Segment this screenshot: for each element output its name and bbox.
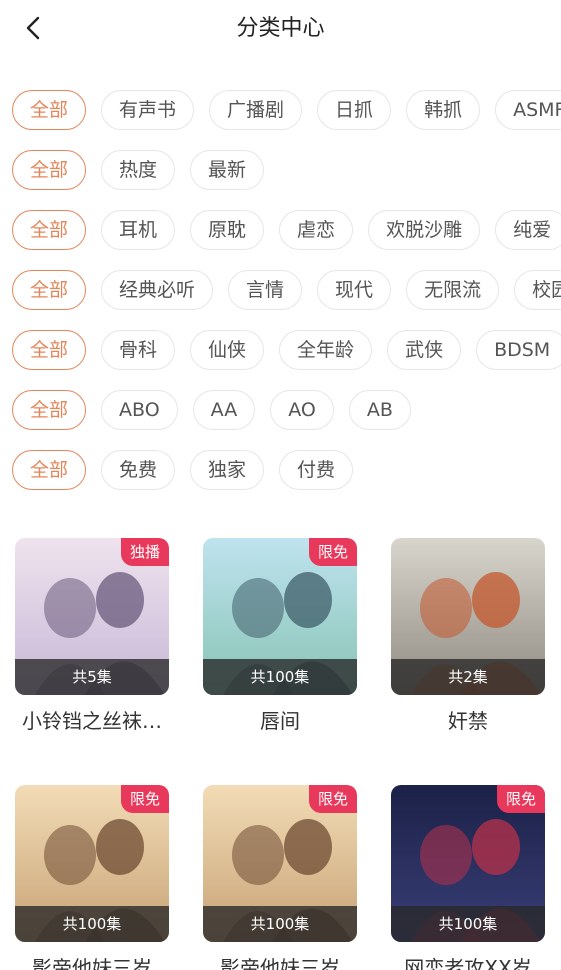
drama-title[interactable]: 影帝他妹三岁 xyxy=(15,952,169,970)
filter-chip[interactable]: 全年龄 xyxy=(279,330,373,370)
filter-row-tag: 全部 耳机 原耽 虐恋 欢脱沙雕 纯爱 xyxy=(12,210,561,250)
drama-card[interactable]: 限免共100集影帝他妹三岁 xyxy=(15,785,169,970)
filter-chip[interactable]: AB xyxy=(348,390,411,430)
filter-row-type: 全部有声书广播剧日抓韩抓 ASMR xyxy=(12,90,561,130)
drama-cover[interactable]: 限免共100集 xyxy=(391,785,545,942)
drama-title[interactable]: 奸禁 xyxy=(391,705,545,734)
filter-chip[interactable]: 独家 xyxy=(190,450,265,490)
filter-chip[interactable]: 纯爱 xyxy=(495,210,561,250)
episode-count: 共100集 xyxy=(203,659,357,695)
episode-count: 共100集 xyxy=(15,906,169,942)
filter-chip[interactable]: 免费 xyxy=(101,450,176,490)
filter-chip[interactable]: 现代 xyxy=(317,270,392,310)
filter-row-theme: 全部 骨科 仙侠 全年龄 武侠 BDSM xyxy=(12,330,561,370)
filter-panel: 全部有声书广播剧日抓韩抓ASMR全部热度最新全部耳机原耽虐恋欢脱沙雕纯爱全部经典… xyxy=(12,90,561,510)
filter-chip[interactable]: 欢脱沙雕 xyxy=(368,210,481,250)
filter-chip[interactable]: 经典必听 xyxy=(101,270,214,310)
filter-chip[interactable]: 热度 xyxy=(101,150,176,190)
episode-count: 共100集 xyxy=(203,906,357,942)
exclusive-badge: 独播 xyxy=(120,538,169,566)
drama-card[interactable]: 共2集奸禁 xyxy=(391,538,545,734)
filter-chip[interactable]: 骨科 xyxy=(101,330,176,370)
drama-cover[interactable]: 限免共100集 xyxy=(15,785,169,942)
filter-chip[interactable]: 校园 xyxy=(514,270,561,310)
drama-cover[interactable]: 共2集 xyxy=(391,538,545,695)
episode-count: 共100集 xyxy=(391,906,545,942)
filter-chip[interactable]: 日抓 xyxy=(317,90,392,130)
exclusive-badge: 限免 xyxy=(496,785,545,813)
filter-chip[interactable]: 韩抓 xyxy=(406,90,481,130)
app-header: 分类中心 xyxy=(0,0,561,56)
filter-chip-all[interactable]: 全部 xyxy=(12,330,87,370)
filter-chip[interactable]: AA xyxy=(192,390,256,430)
episode-count: 共5集 xyxy=(15,659,169,695)
filter-chip[interactable]: 无限流 xyxy=(406,270,500,310)
filter-chip[interactable]: 言情 xyxy=(228,270,303,310)
filter-chip-all[interactable]: 全部 xyxy=(12,390,87,430)
filter-chip[interactable]: BDSM xyxy=(476,330,561,370)
exclusive-badge: 限免 xyxy=(308,785,357,813)
filter-chip[interactable]: ASMR xyxy=(495,90,561,130)
episode-count: 共2集 xyxy=(391,659,545,695)
drama-card[interactable]: 独播共5集小铃铛之丝袜… xyxy=(15,538,169,734)
filter-chip[interactable]: 武侠 xyxy=(387,330,462,370)
filter-chip-all[interactable]: 全部 xyxy=(12,450,87,490)
filter-chip[interactable]: 有声书 xyxy=(101,90,195,130)
filter-row-sort: 全部 热度 最新 xyxy=(12,150,561,190)
filter-chip-all[interactable]: 全部 xyxy=(12,270,87,310)
page-title: 分类中心 xyxy=(236,16,325,41)
exclusive-badge: 限免 xyxy=(120,785,169,813)
drama-title[interactable]: 小铃铛之丝袜… xyxy=(15,705,169,734)
drama-card[interactable]: 限免共100集网恋老攻XX岁 xyxy=(391,785,545,970)
drama-title[interactable]: 影帝他妹三岁 xyxy=(203,952,357,970)
filter-row-price: 全部 免费 独家 付费 xyxy=(12,450,561,490)
exclusive-badge: 限免 xyxy=(308,538,357,566)
filter-row-pairing: 全部 ABO AA AO AB xyxy=(12,390,561,430)
drama-cover[interactable]: 限免共100集 xyxy=(203,538,357,695)
filter-chip[interactable]: 仙侠 xyxy=(190,330,265,370)
filter-chip[interactable]: AO xyxy=(270,390,334,430)
filter-chip[interactable]: 最新 xyxy=(190,150,265,190)
filter-chip[interactable]: 虐恋 xyxy=(279,210,354,250)
filter-chip[interactable]: 广播剧 xyxy=(209,90,303,130)
filter-chip[interactable]: 付费 xyxy=(279,450,354,490)
drama-cover[interactable]: 独播共5集 xyxy=(15,538,169,695)
drama-title[interactable]: 网恋老攻XX岁 xyxy=(391,952,545,970)
drama-cover[interactable]: 限免共100集 xyxy=(203,785,357,942)
filter-chip[interactable]: 耳机 xyxy=(101,210,176,250)
filter-chip-all[interactable]: 全部 xyxy=(12,150,87,190)
drama-card[interactable]: 限免共100集唇间 xyxy=(203,538,357,734)
filter-chip[interactable]: 原耽 xyxy=(190,210,265,250)
filter-row-genre: 全部 经典必听 言情 现代 无限流 校园 xyxy=(12,270,561,310)
filter-chip-all[interactable]: 全部 xyxy=(12,90,87,130)
filter-chip-all[interactable]: 全部 xyxy=(12,210,87,250)
drama-card[interactable]: 限免共100集影帝他妹三岁 xyxy=(203,785,357,970)
filter-chip[interactable]: ABO xyxy=(101,390,178,430)
drama-title[interactable]: 唇间 xyxy=(203,705,357,734)
